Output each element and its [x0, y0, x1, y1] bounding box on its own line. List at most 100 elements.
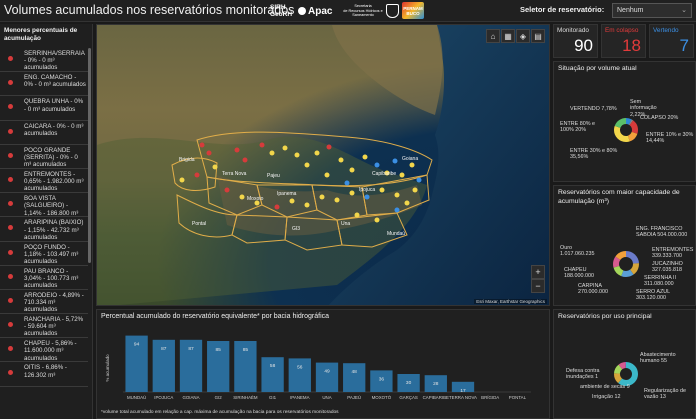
list-item[interactable]: ARRODEIO - 4,89% - 710.334 m³ acumulados — [0, 290, 88, 315]
donut-label: Irrigação 12 — [592, 394, 621, 400]
basin-label: Moxoto — [247, 196, 264, 202]
lowest-accumulation-panel: Menores percentuais de acumulação SERRIN… — [0, 24, 93, 419]
basin-chart-card: Percentual acumulado do reservatório equ… — [96, 309, 550, 419]
x-tick-label: MOXOTÓ — [372, 395, 392, 400]
reservoir-selector-label: Seletor de reservatório: — [520, 5, 605, 14]
grid-icon[interactable]: ▦ — [501, 29, 515, 43]
list-item[interactable]: BOA VISTA (SALGUEIRO) - 1,14% - 186.800 … — [0, 193, 88, 218]
basin-label: Brigida — [179, 157, 195, 163]
lowest-accumulation-title: Menores percentuais de acumulação — [4, 27, 78, 42]
basin-label: Goiana — [402, 156, 418, 162]
status-dot-icon — [8, 56, 13, 61]
list-item[interactable]: PAU BRANCO - 3,04% - 100.773 m³ acumulad… — [0, 266, 88, 290]
kpi-value: 7 — [679, 36, 689, 55]
list-item[interactable]: ENTREMONTES - 0,65% - 1.982.000 m³ acumu… — [0, 169, 88, 194]
kpi-label: Vertendo — [653, 27, 679, 34]
donut-label: Regularização de vazão 13 — [644, 388, 686, 401]
sirh-logo: SIRH GeoRH — [270, 4, 293, 18]
list-item-text: POCO GRANDE (SERRITA) - 0% - 0 m³ acumul… — [24, 146, 78, 169]
situacao-title: Situação por volume atual — [558, 65, 637, 72]
kpi-value: 90 — [574, 36, 593, 55]
status-dot-icon — [8, 104, 13, 110]
x-tick-label: CAPIBARIBE — [423, 395, 449, 400]
bar-value-label: 49 — [324, 369, 330, 375]
donut-label: ENTRE 10% e 30% 14,44% — [646, 132, 694, 145]
reservoir-map[interactable]: Brigida Terra Nova Pajeu Moxoto Ipanema … — [96, 24, 550, 306]
list-item[interactable]: ARARIPINA (BAIXIO) - 1,15% - 42.732 m³ a… — [0, 217, 88, 242]
list-item[interactable]: OITIS - 6,86% - 126.302 m³ — [0, 362, 88, 387]
zoom-controls: + − — [531, 265, 545, 293]
header-bar: Volumes acumulados nos reservatórios mon… — [0, 0, 696, 22]
bar-value-label: 94 — [134, 342, 140, 348]
list-item[interactable]: POÇO FUNDO - 1,18% - 103.497 m³ acumulad… — [0, 242, 88, 266]
kpi-label: Em colapso — [605, 27, 639, 34]
list-item-text: CAICARA - 0% - 0 m³ acumulados — [24, 122, 84, 137]
basin-label: Mundaú — [387, 231, 405, 237]
status-dot-icon — [8, 201, 13, 207]
status-dot-icon — [8, 249, 13, 255]
bar — [261, 357, 284, 392]
list-item-text: ENTREMONTES - 0,65% - 1.982.000 m³ acumu… — [24, 170, 84, 193]
basin-label: Capibaribe — [372, 171, 396, 177]
apac-logo: Apac — [298, 2, 338, 20]
x-tick-label: SIRINHAÉM — [233, 395, 258, 400]
bar-value-label: 85 — [216, 347, 222, 353]
layers-icon[interactable]: ◈ — [516, 29, 530, 43]
donut-label: Ouro 1.017.060.235 — [560, 245, 595, 258]
reservoir-selector-value: Nenhum — [617, 7, 644, 14]
bar-value-label: 30 — [406, 380, 412, 386]
donut-label: ambiente de secas 9 — [580, 384, 630, 390]
x-tick-label: UNA — [322, 395, 331, 400]
page-title: Volumes acumulados nos reservatórios mon… — [4, 3, 295, 17]
bar — [343, 363, 366, 392]
status-dot-icon — [8, 346, 13, 352]
reservoir-selector[interactable]: Nenhum ⌄ — [612, 3, 692, 18]
y-axis-label: % acumulado — [105, 354, 110, 382]
uso-title: Reservatórios por uso principal — [558, 313, 652, 320]
list-scrollbar[interactable] — [88, 48, 91, 263]
x-tick-label: GI2 — [215, 395, 223, 400]
list-item[interactable]: POCO GRANDE (SERRITA) - 0% - 0 m³ acumul… — [0, 145, 88, 169]
x-tick-label: TERRA NOVA — [449, 395, 477, 400]
list-item-text: ARARIPINA (BAIXIO) - 1,15% - 42.732 m³ a… — [24, 219, 84, 241]
home-icon[interactable]: ⌂ — [486, 29, 500, 43]
map-canvas: Brigida Terra Nova Pajeu Moxoto Ipanema … — [97, 25, 549, 305]
donut-label: JUCAZINHO 327.035.818 — [652, 261, 683, 274]
bar-value-label: 36 — [379, 376, 385, 382]
bar-value-label: 28 — [433, 381, 439, 387]
chevron-down-icon: ⌄ — [681, 7, 687, 14]
list-item[interactable]: RANCHARIA - 5,72% - 59.604 m³ acumulados — [0, 314, 88, 339]
donut-label: ENTREMONTES 339.333.700 — [652, 247, 694, 260]
capacidade-title: Reservatórios com maior capacidade de ac… — [558, 189, 680, 205]
donut-label: SERRINHA II 311.080.000 — [644, 275, 677, 288]
basin-label: Terra Nova — [222, 171, 247, 177]
donut-label: ENG. FRANCISCO SABOIA 504.000.000 — [636, 226, 688, 239]
list-item[interactable]: CHAPEU - 5,86% - 11.600.000 m³ acumulado… — [0, 338, 88, 363]
basemap-icon[interactable]: ▤ — [531, 29, 545, 43]
list-item[interactable]: ENG. CAMACHO - 0% - 0 m³ acumulados — [0, 72, 88, 97]
basin-label: Ipojuca — [359, 187, 375, 193]
donut-label: VERTENDO 7,78% — [570, 106, 617, 112]
status-dot-icon — [8, 152, 13, 158]
zoom-in-button[interactable]: + — [531, 265, 545, 279]
bar-value-label: 48 — [352, 369, 358, 375]
donut-label: Defesa contra inundações 1 — [566, 368, 600, 381]
donut-label: CARPINA 270.000.000 — [578, 283, 608, 296]
x-tick-label: BRÍGIDA — [481, 395, 499, 400]
kpi-monitorado: Monitorado 90 — [553, 24, 598, 58]
x-tick-label: MUNDAÚ — [127, 395, 146, 400]
donut-label: CHAPEU 188.000.000 — [564, 267, 594, 280]
status-dot-icon — [8, 176, 13, 182]
status-dot-icon — [8, 297, 13, 303]
northern-land — [332, 25, 443, 115]
list-item-text: ENG. CAMACHO - 0% - 0 m³ acumulados — [24, 74, 86, 89]
list-item[interactable]: SERRINHA/SERRAIA - 0% - 0 m³ acumulados — [0, 48, 88, 73]
x-tick-label: PONTAL — [509, 395, 527, 400]
status-dot-icon — [8, 128, 13, 134]
bar-value-label: 17 — [460, 388, 466, 394]
zoom-out-button[interactable]: − — [531, 279, 545, 293]
list-item[interactable]: QUEBRA UNHA - 0% - 0 m³ acumulados — [0, 96, 88, 121]
uso-card: Reservatórios por uso principal Abasteci… — [553, 309, 696, 419]
list-item-text: POÇO FUNDO - 1,18% - 103.497 m³ acumulad… — [24, 243, 79, 265]
list-item[interactable]: CAICARA - 0% - 0 m³ acumulados — [0, 121, 88, 145]
